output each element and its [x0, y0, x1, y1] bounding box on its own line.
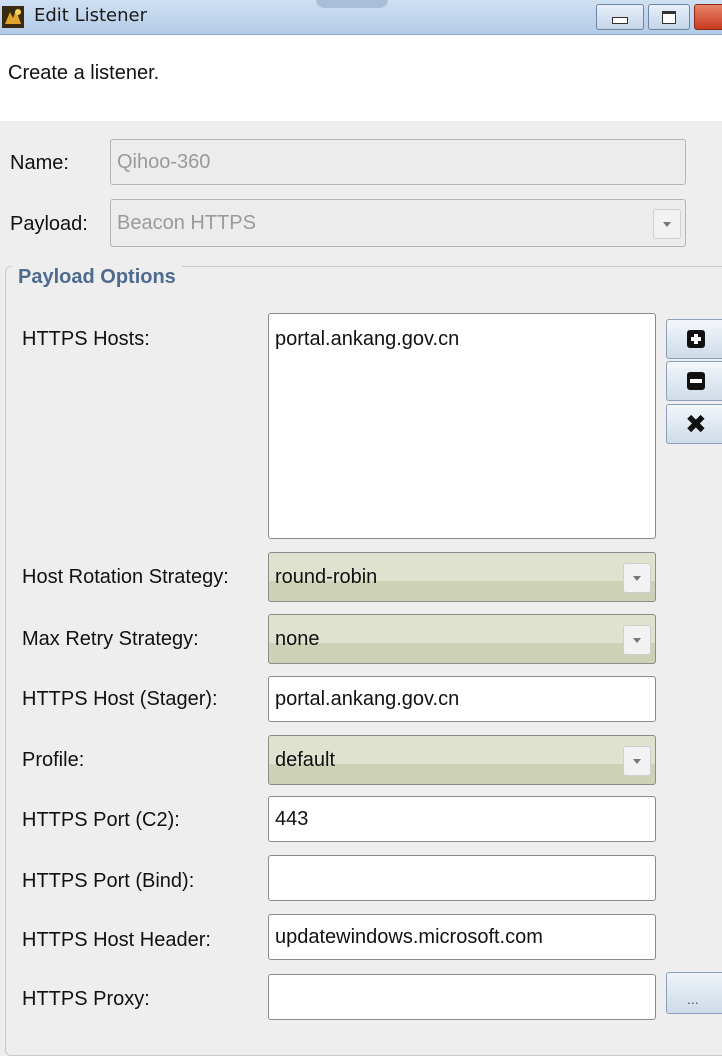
title-bar: Edit Listener	[0, 0, 722, 35]
port-c2-value: 443	[275, 807, 309, 830]
description-text: Create a listener.	[8, 62, 160, 84]
payload-options-title: Payload Options	[12, 266, 182, 289]
host-rotation-value: round-robin	[275, 565, 378, 588]
chevron-down-icon	[633, 758, 641, 764]
profile-dropdown-arrow[interactable]	[623, 746, 651, 776]
name-field[interactable]: Qihoo-360	[110, 139, 686, 185]
proxy-field[interactable]	[268, 974, 656, 1020]
max-retry-select[interactable]: none	[268, 614, 656, 664]
stager-host-field[interactable]: portal.ankang.gov.cn	[268, 676, 656, 722]
host-header-field[interactable]: updatewindows.microsoft.com	[268, 914, 656, 960]
clear-hosts-button[interactable]: ✖	[666, 404, 722, 444]
chevron-down-icon	[633, 575, 641, 581]
profile-select[interactable]: default	[268, 735, 656, 785]
https-hosts-label: HTTPS Hosts:	[22, 328, 150, 350]
payload-value: Beacon HTTPS	[117, 211, 256, 234]
remove-host-button[interactable]	[666, 361, 722, 401]
close-button[interactable]	[694, 4, 722, 30]
payload-dropdown-arrow[interactable]	[653, 209, 681, 239]
chevron-down-icon	[663, 221, 671, 227]
window-title: Edit Listener	[34, 5, 148, 26]
port-bind-label: HTTPS Port (Bind):	[22, 870, 195, 892]
name-label: Name:	[10, 152, 69, 174]
list-item[interactable]: portal.ankang.gov.cn	[275, 328, 649, 351]
minimize-button[interactable]	[596, 4, 644, 30]
stager-host-label: HTTPS Host (Stager):	[22, 688, 218, 710]
port-c2-field[interactable]: 443	[268, 796, 656, 842]
port-bind-field[interactable]	[268, 855, 656, 901]
host-rotation-select[interactable]: round-robin	[268, 552, 656, 602]
description-banner: Create a listener.	[0, 35, 722, 121]
https-hosts-list[interactable]: portal.ankang.gov.cn	[268, 313, 656, 539]
profile-label: Profile:	[22, 749, 85, 771]
maximize-button[interactable]	[648, 4, 690, 30]
host-rotation-label: Host Rotation Strategy:	[22, 566, 229, 588]
profile-value: default	[275, 748, 336, 771]
port-c2-label: HTTPS Port (C2):	[22, 809, 180, 831]
payload-label: Payload:	[10, 213, 88, 235]
proxy-label: HTTPS Proxy:	[22, 988, 150, 1010]
name-value: Qihoo-360	[117, 150, 211, 173]
app-icon	[2, 6, 24, 28]
clear-icon: ✖	[685, 409, 707, 439]
minimize-icon	[612, 16, 628, 24]
chevron-down-icon	[633, 637, 641, 643]
host-rotation-dropdown-arrow[interactable]	[623, 563, 651, 593]
max-retry-label: Max Retry Strategy:	[22, 628, 199, 650]
host-header-value: updatewindows.microsoft.com	[275, 925, 543, 948]
proxy-settings-button[interactable]: ...	[666, 972, 722, 1014]
title-tab-decoration	[316, 0, 388, 8]
add-icon	[687, 330, 705, 348]
payload-select[interactable]: Beacon HTTPS	[110, 199, 686, 247]
maximize-icon	[662, 10, 676, 24]
max-retry-dropdown-arrow[interactable]	[623, 625, 651, 655]
stager-host-value: portal.ankang.gov.cn	[275, 687, 460, 710]
remove-icon	[687, 372, 705, 390]
proxy-button-label: ...	[687, 991, 699, 1007]
max-retry-value: none	[275, 627, 320, 650]
host-header-label: HTTPS Host Header:	[22, 929, 211, 951]
add-host-button[interactable]	[666, 319, 722, 359]
